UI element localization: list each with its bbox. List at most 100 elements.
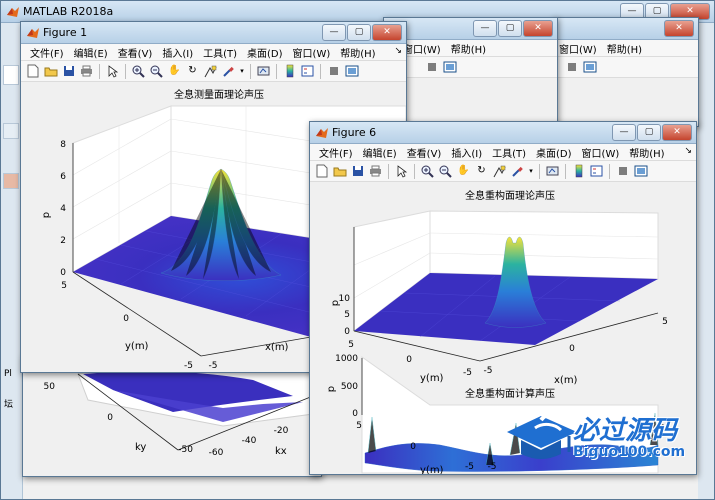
legend-icon[interactable]: [300, 64, 315, 79]
p1-y-tick-0: 0: [406, 355, 412, 365]
hide-plot-tools-icon[interactable]: [326, 64, 341, 79]
select-arrow-icon[interactable]: [105, 64, 120, 79]
z-tick-6: 6: [60, 172, 66, 182]
figure-window-back-middle[interactable]: — ▢ ✕ 窗口(W) 帮助(H): [383, 17, 558, 127]
pan-hand-icon[interactable]: ✋: [167, 64, 182, 79]
spectrum-x-tick: -60: [209, 448, 224, 458]
brush-icon[interactable]: [221, 64, 236, 79]
p2-z-tick-0: 0: [352, 409, 358, 419]
menu-file[interactable]: 文件(F): [314, 145, 358, 160]
menu-window[interactable]: 窗口(W): [288, 45, 336, 60]
menu-view[interactable]: 查看(V): [113, 45, 158, 60]
zoom-out-icon[interactable]: [149, 64, 164, 79]
show-plot-tools-icon[interactable]: [442, 60, 457, 75]
show-plot-tools-icon[interactable]: [582, 60, 597, 75]
rotate-3d-icon[interactable]: ↻: [474, 164, 489, 179]
brush-icon[interactable]: [510, 164, 525, 179]
back-middle-minimize-button[interactable]: —: [473, 20, 497, 37]
show-plot-tools-icon[interactable]: [344, 64, 359, 79]
menu-view[interactable]: 查看(V): [402, 145, 447, 160]
colorbar-icon[interactable]: [571, 164, 586, 179]
p2-x-tick-neg5: -5: [488, 462, 497, 472]
link-plot-icon[interactable]: [545, 164, 560, 179]
figure-window-spectrum[interactable]: 50 0 -50 ky -60 -40 -20 kx: [22, 355, 322, 477]
menu-help[interactable]: 帮助(H): [602, 41, 647, 56]
figure-6-title: Figure 6: [332, 126, 377, 139]
figure-window-back-right[interactable]: ✕ 窗口(W) 帮助(H): [553, 17, 699, 127]
zoom-out-icon[interactable]: [438, 164, 453, 179]
figure-1-title: Figure 1: [43, 26, 88, 39]
menu-edit[interactable]: 编辑(E): [358, 145, 402, 160]
select-arrow-icon[interactable]: [394, 164, 409, 179]
menu-file[interactable]: 文件(F): [25, 45, 69, 60]
menu-insert[interactable]: 插入(I): [157, 45, 198, 60]
link-plot-icon[interactable]: [256, 64, 271, 79]
show-plot-tools-icon[interactable]: [633, 164, 648, 179]
hide-plot-tools-icon[interactable]: [424, 60, 439, 75]
figure-6-title-bar[interactable]: Figure 6 — ▢ ✕: [310, 122, 696, 144]
hide-plot-tools-icon[interactable]: [615, 164, 630, 179]
figure-6-plot-1-title: 全息重构面理论声压: [465, 189, 555, 202]
save-icon[interactable]: [61, 64, 76, 79]
rotate-3d-icon[interactable]: ↻: [185, 64, 200, 79]
open-file-icon[interactable]: [332, 164, 347, 179]
spectrum-plot: 50 0 -50 ky -60 -40 -20 kx: [23, 356, 321, 476]
figure-6-minimize-button[interactable]: —: [612, 124, 636, 141]
colorbar-icon[interactable]: [282, 64, 297, 79]
back-right-close-button[interactable]: ✕: [664, 20, 694, 37]
z-tick-2: 2: [60, 236, 66, 246]
menu-insert[interactable]: 插入(I): [446, 145, 487, 160]
menu-window[interactable]: 窗口(W): [554, 41, 602, 56]
y-tick-5: 5: [61, 281, 67, 291]
figure-1-minimize-button[interactable]: —: [322, 24, 346, 41]
figure-6-maximize-button[interactable]: ▢: [637, 124, 661, 141]
back-right-toolbar: [554, 57, 698, 78]
figure-1-maximize-button[interactable]: ▢: [347, 24, 371, 41]
z-axis-label: p: [41, 212, 52, 218]
zoom-in-icon[interactable]: [131, 64, 146, 79]
data-cursor-icon[interactable]: [492, 164, 507, 179]
back-middle-toolbar: [384, 57, 557, 78]
print-icon[interactable]: [79, 64, 94, 79]
main-window-title: MATLAB R2018a: [23, 5, 114, 18]
menu-desktop[interactable]: 桌面(D): [531, 145, 577, 160]
print-icon[interactable]: [368, 164, 383, 179]
new-figure-icon[interactable]: [25, 64, 40, 79]
menu-tools[interactable]: 工具(T): [198, 45, 242, 60]
legend-icon[interactable]: [589, 164, 604, 179]
data-cursor-icon[interactable]: [203, 64, 218, 79]
brush-dropdown-icon[interactable]: ▾: [528, 164, 534, 179]
back-middle-title-bar[interactable]: — ▢ ✕: [384, 18, 557, 40]
figure-1-title-bar[interactable]: Figure 1 — ▢ ✕: [21, 22, 406, 44]
menu-tools[interactable]: 工具(T): [487, 145, 531, 160]
hide-plot-tools-icon[interactable]: [564, 60, 579, 75]
figure-1-menubar: 文件(F) 编辑(E) 查看(V) 插入(I) 工具(T) 桌面(D) 窗口(W…: [21, 44, 406, 61]
menu-help[interactable]: 帮助(H): [624, 145, 669, 160]
p2-y-tick-neg5: -5: [465, 462, 474, 472]
menu-window[interactable]: 窗口(W): [577, 145, 625, 160]
dock-arrow-icon[interactable]: ↘: [394, 46, 402, 56]
pan-hand-icon[interactable]: ✋: [456, 164, 471, 179]
dock-arrow-icon[interactable]: ↘: [684, 146, 692, 156]
new-figure-icon[interactable]: [314, 164, 329, 179]
menu-desktop[interactable]: 桌面(D): [242, 45, 288, 60]
x-axis-label: x(m): [265, 342, 289, 353]
figure-1-close-button[interactable]: ✕: [372, 24, 402, 41]
figure-6-close-button[interactable]: ✕: [662, 124, 692, 141]
back-middle-close-button[interactable]: ✕: [523, 20, 553, 37]
z-tick-8: 8: [60, 140, 66, 150]
brush-dropdown-icon[interactable]: ▾: [239, 64, 245, 79]
zoom-in-icon[interactable]: [420, 164, 435, 179]
menu-help[interactable]: 帮助(H): [335, 45, 380, 60]
back-right-title-bar[interactable]: ✕: [554, 18, 698, 40]
matlab-logo-icon: [7, 7, 19, 17]
figure-1-toolbar: ✋ ↻ ▾: [21, 61, 406, 82]
p1-z-tick-0: 0: [344, 327, 350, 337]
menu-edit[interactable]: 编辑(E): [69, 45, 113, 60]
p2-z-axis-label: p: [326, 386, 337, 392]
menu-help[interactable]: 帮助(H): [446, 41, 491, 56]
open-file-icon[interactable]: [43, 64, 58, 79]
back-middle-maximize-button[interactable]: ▢: [498, 20, 522, 37]
spectrum-y-tick: 50: [44, 382, 56, 392]
save-icon[interactable]: [350, 164, 365, 179]
